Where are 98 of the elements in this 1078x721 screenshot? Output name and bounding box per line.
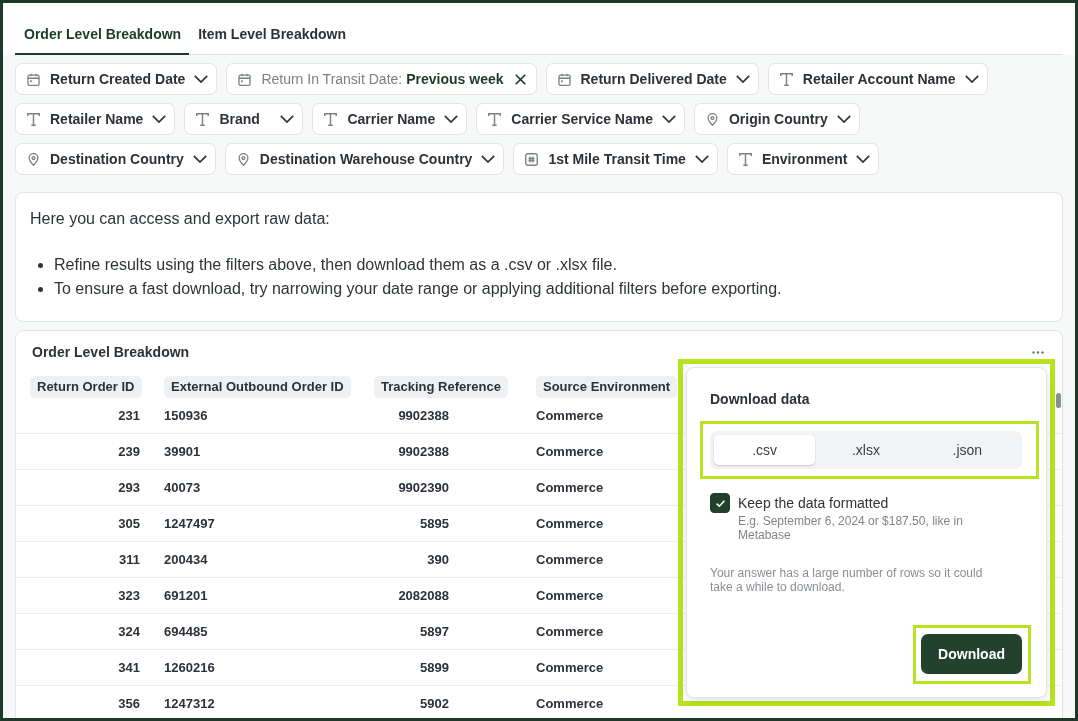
- chevron-down-icon: [192, 155, 207, 163]
- column-header[interactable]: Tracking Reference: [374, 376, 508, 398]
- chevron-down-icon: [735, 75, 750, 83]
- table-cell: 305: [118, 515, 140, 532]
- table-cell: 5902: [420, 695, 449, 712]
- filter-chip[interactable]: Brand: [184, 103, 304, 135]
- table-cell: Commerce: [536, 443, 604, 460]
- chevron-down-icon: [964, 75, 979, 83]
- checkbox[interactable]: [710, 493, 730, 513]
- bullet-icon: [38, 262, 43, 268]
- popover-title: Download data: [710, 391, 811, 407]
- table-cell: Commerce: [536, 479, 604, 496]
- table-cell: 9902388: [398, 443, 449, 460]
- format-option[interactable]: .json: [916, 435, 1018, 465]
- table-cell: 231: [118, 407, 140, 424]
- chevron-down-icon: [280, 115, 295, 123]
- column-header[interactable]: Source Environment: [536, 376, 678, 398]
- table-cell: 200434: [164, 551, 208, 568]
- table-cell: 324: [118, 623, 140, 640]
- table-cell: Commerce: [536, 623, 604, 640]
- check-icon: [715, 499, 725, 507]
- table-cell: Commerce: [536, 587, 604, 604]
- column-header[interactable]: External Outbound Order ID: [164, 376, 351, 398]
- table-cell: 341: [118, 659, 140, 676]
- calendar-icon: [557, 72, 571, 86]
- table-cell: 5899: [420, 659, 449, 676]
- map-pin-icon: [27, 152, 40, 166]
- intro-text: Here you can access and export raw data:: [30, 209, 331, 229]
- table-cell: 5895: [420, 515, 449, 532]
- chevron-down-icon: [481, 155, 496, 163]
- table-cell: 323: [118, 587, 140, 604]
- filter-chip[interactable]: Destination Warehouse Country: [224, 143, 505, 175]
- checkbox-label[interactable]: Keep the data formatted: [738, 493, 889, 513]
- text-icon: [738, 152, 752, 166]
- text-icon: [27, 112, 40, 126]
- table-cell: 1247497: [164, 515, 215, 532]
- calendar-icon: [27, 72, 40, 86]
- bullet-text: To ensure a fast download, try narrowing your date range or applying additional filters before exporting.: [54, 279, 782, 299]
- table-cell: Commerce: [536, 551, 604, 568]
- chevron-down-icon: [194, 75, 209, 83]
- table-cell: 691201: [164, 587, 208, 604]
- tab[interactable]: Item Level Breakdown: [189, 15, 354, 55]
- table-cell: 9902388: [398, 407, 449, 424]
- map-pin-icon: [706, 112, 719, 126]
- calendar-icon: [238, 72, 252, 86]
- text-icon: [488, 112, 502, 126]
- scrollbar-thumb[interactable]: [1056, 393, 1061, 408]
- filter-chip[interactable]: Environment: [726, 143, 880, 175]
- table-cell: Commerce: [536, 515, 604, 532]
- chevron-down-icon: [662, 115, 676, 123]
- table-cell: 356: [118, 695, 140, 712]
- table-cell: 694485: [164, 623, 208, 640]
- table-title: Order Level Breakdown: [32, 343, 190, 361]
- table-cell: 311: [119, 551, 140, 568]
- filter-chip[interactable]: Retailer Name: [15, 103, 176, 135]
- table-cell: 239: [118, 443, 140, 460]
- filter-chip[interactable]: Carrier Service Name: [476, 103, 685, 135]
- chevron-down-icon: [836, 115, 851, 123]
- table-cell: 2082088: [398, 587, 449, 604]
- chevron-down-icon: [694, 155, 709, 163]
- filter-chip[interactable]: Origin Country: [694, 103, 860, 135]
- chevron-down-icon: [856, 155, 871, 163]
- format-option[interactable]: .xlsx: [815, 435, 917, 465]
- more-options-icon[interactable]: [1032, 350, 1044, 354]
- hint-text: E.g. September 6, 2024 or $187.50, like in Metabase: [738, 514, 964, 542]
- close-icon[interactable]: [514, 73, 526, 85]
- bullet-icon: [38, 286, 43, 292]
- table-cell: 390: [427, 551, 449, 568]
- table-cell: Commerce: [536, 695, 604, 712]
- filter-chip[interactable]: Retailer Account Name: [767, 63, 988, 95]
- map-pin-icon: [236, 152, 250, 166]
- table-cell: 40073: [164, 479, 201, 496]
- table-cell: 293: [118, 479, 140, 496]
- note-text: Your answer has a large number of rows so it could take a while to download.: [710, 566, 984, 594]
- chevron-down-icon: [444, 115, 459, 123]
- filter-chip[interactable]: Return In Transit Date: Previous week: [226, 63, 537, 95]
- filter-chip[interactable]: Destination Country: [15, 143, 216, 175]
- text-icon: [196, 112, 210, 126]
- table-cell: 1247312: [164, 695, 215, 712]
- table-cell: Commerce: [536, 407, 604, 424]
- filter-chip[interactable]: 1st Mile Transit Time: [513, 143, 718, 175]
- chevron-down-icon: [152, 115, 167, 123]
- download-button[interactable]: Download: [921, 634, 1022, 674]
- table-cell: Commerce: [536, 659, 604, 676]
- table-cell: 5897: [420, 623, 449, 640]
- table-cell: 1260216: [164, 659, 215, 676]
- table-cell: 9902390: [398, 479, 449, 496]
- hash-box-icon: [525, 152, 539, 166]
- filter-chip[interactable]: Carrier Name: [312, 103, 468, 135]
- bullet-text: Refine results using the filters above, then download them as a .csv or .xlsx file.: [54, 255, 617, 275]
- text-icon: [324, 112, 338, 126]
- text-icon: [779, 72, 793, 86]
- format-option[interactable]: .csv: [714, 435, 816, 465]
- filter-chip[interactable]: Return Created Date: [15, 63, 218, 95]
- column-header[interactable]: Return Order ID: [30, 376, 142, 398]
- table-cell: 39901: [164, 443, 201, 460]
- table-cell: 150936: [164, 407, 208, 424]
- filter-chip[interactable]: Return Delivered Date: [545, 63, 759, 95]
